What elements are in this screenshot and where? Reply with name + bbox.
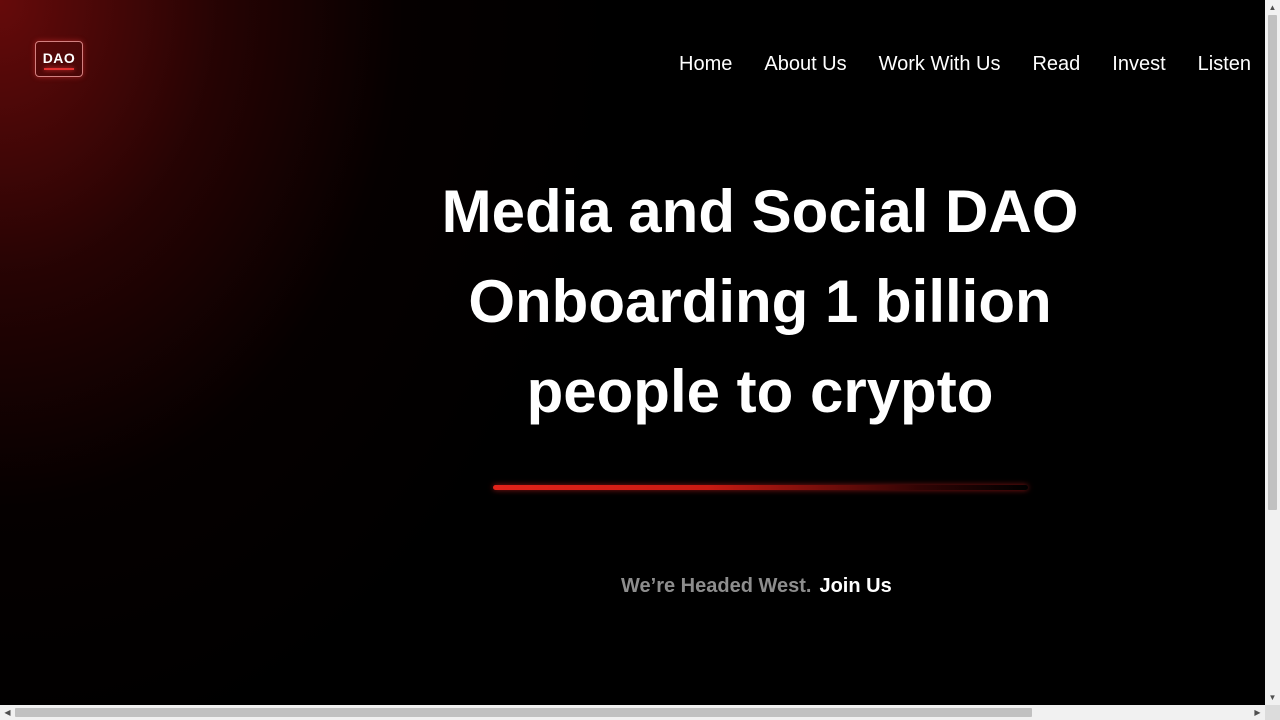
nav-read[interactable]: Read bbox=[1032, 52, 1080, 76]
scroll-left-arrow-icon[interactable]: ◀ bbox=[0, 705, 15, 720]
hero-tagline: We’re Headed West. Join Us bbox=[621, 574, 892, 598]
horizontal-scroll-thumb[interactable] bbox=[15, 708, 1032, 717]
nav-listen[interactable]: Listen bbox=[1198, 52, 1251, 76]
nav-invest[interactable]: Invest bbox=[1112, 52, 1165, 76]
hero-divider-line bbox=[493, 485, 1028, 490]
vertical-scroll-thumb[interactable] bbox=[1268, 15, 1277, 510]
logo-underline bbox=[44, 67, 74, 70]
hero-title-line-3: people to crypto bbox=[526, 358, 994, 425]
scrollbar-corner bbox=[1265, 705, 1280, 720]
main-nav: Home About Us Work With Us Read Invest L… bbox=[679, 52, 1251, 76]
hero-title-line-1: Media and Social DAO bbox=[441, 178, 1079, 245]
nav-work-with-us[interactable]: Work With Us bbox=[879, 52, 1001, 76]
nav-about-us[interactable]: About Us bbox=[764, 52, 846, 76]
nav-home[interactable]: Home bbox=[679, 52, 732, 76]
tagline-text: We’re Headed West. bbox=[621, 575, 812, 597]
hero-title-line-2: Onboarding 1 billion bbox=[468, 268, 1052, 335]
page-viewport: DAO Home About Us Work With Us Read Inve… bbox=[0, 0, 1265, 705]
scroll-right-arrow-icon[interactable]: ▶ bbox=[1250, 705, 1265, 720]
logo-text: DAO bbox=[42, 49, 76, 66]
hero-title: Media and Social DAO Onboarding 1 billio… bbox=[340, 167, 1180, 437]
scroll-up-arrow-icon[interactable]: ▲ bbox=[1265, 0, 1280, 15]
site-logo[interactable]: DAO bbox=[35, 41, 83, 77]
horizontal-scrollbar[interactable]: ◀ ▶ bbox=[0, 705, 1265, 720]
join-us-link[interactable]: Join Us bbox=[819, 574, 891, 598]
scroll-down-arrow-icon[interactable]: ▼ bbox=[1265, 690, 1280, 705]
vertical-scrollbar[interactable]: ▲ ▼ bbox=[1265, 0, 1280, 705]
